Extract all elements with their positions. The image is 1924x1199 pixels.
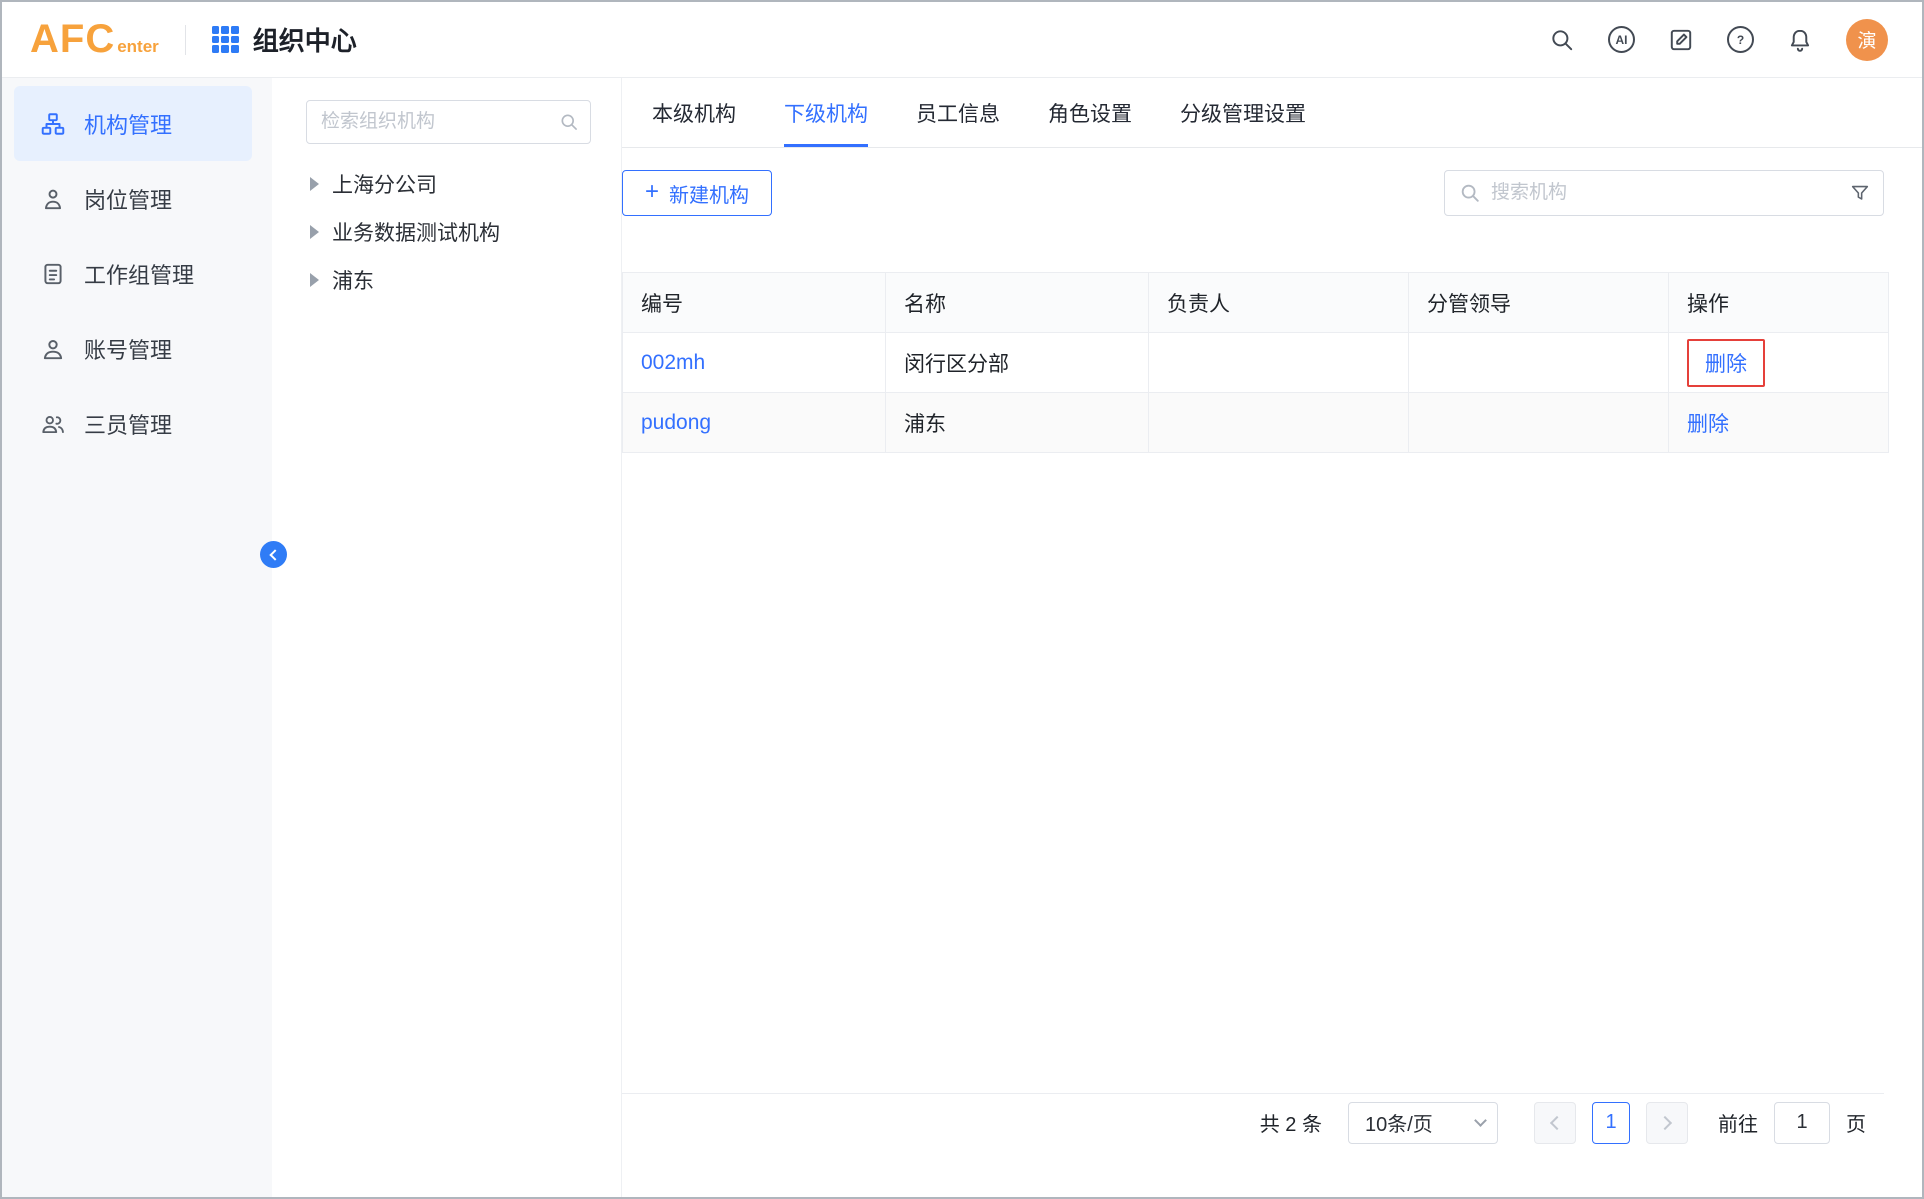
org-leader-cell	[1409, 333, 1669, 393]
sidebar: 机构管理 岗位管理 工作组管理 账号管理	[2, 78, 272, 1197]
org-chart-icon	[40, 111, 66, 137]
header-actions: AI ? 演	[1548, 19, 1888, 61]
org-name-cell: 闵行区分部	[886, 333, 1149, 393]
org-code-link[interactable]: 002mh	[641, 351, 705, 374]
search-icon	[559, 112, 579, 132]
chevron-left-icon	[1550, 1115, 1564, 1129]
collapse-panel-button[interactable]	[260, 541, 287, 568]
plus-icon: +	[645, 180, 659, 204]
chevron-right-icon[interactable]	[310, 177, 319, 191]
page-unit-label: 页	[1846, 1108, 1866, 1137]
column-header-leader: 分管领导	[1409, 273, 1669, 333]
main-content: 本级机构 下级机构 员工信息 角色设置 分级管理设置 + 新建机构	[621, 78, 1922, 1197]
pagination-bar: 共 2 条 10条/页 1 前往 页	[622, 1093, 1884, 1151]
tree-search	[306, 100, 591, 144]
chevron-right-icon	[1658, 1115, 1672, 1129]
tree-item-label[interactable]: 浦东	[332, 265, 374, 295]
column-header-code: 编号	[623, 273, 886, 333]
tree-item[interactable]: 浦东	[272, 256, 621, 304]
logo-text-main: AFC	[30, 17, 115, 62]
sidebar-item-workgroup-management[interactable]: 工作组管理	[14, 236, 252, 311]
new-org-button[interactable]: + 新建机构	[622, 170, 772, 216]
table-row: pudong 浦东 删除	[623, 393, 1889, 453]
body: 机构管理 岗位管理 工作组管理 账号管理	[2, 78, 1922, 1197]
org-leader-cell	[1409, 393, 1669, 453]
org-code-link[interactable]: pudong	[641, 411, 711, 434]
org-owner-cell	[1149, 393, 1409, 453]
help-icon[interactable]: ?	[1727, 26, 1754, 53]
sidebar-item-position-management[interactable]: 岗位管理	[14, 161, 252, 236]
bell-icon[interactable]	[1786, 26, 1814, 54]
tab-employee-info[interactable]: 员工信息	[916, 78, 1000, 147]
delete-link[interactable]: 删除	[1687, 413, 1729, 436]
chevron-right-icon[interactable]	[310, 225, 319, 239]
sidebar-item-three-admins[interactable]: 三员管理	[14, 386, 252, 461]
app-window: AFC enter 组织中心 AI ? 演	[0, 0, 1924, 1199]
person-icon	[40, 336, 66, 362]
goto-label: 前往	[1718, 1108, 1758, 1137]
org-name-cell: 浦东	[886, 393, 1149, 453]
column-header-name: 名称	[886, 273, 1149, 333]
tab-role-settings[interactable]: 角色设置	[1048, 78, 1132, 147]
org-search-box	[1444, 170, 1884, 216]
tree-item-label[interactable]: 上海分公司	[332, 169, 437, 199]
page-size-value: 10条/页	[1365, 1108, 1433, 1137]
logo: AFC enter	[30, 17, 159, 62]
current-page-button[interactable]: 1	[1592, 1102, 1630, 1144]
table-row: 002mh 闵行区分部 删除	[623, 333, 1889, 393]
search-icon[interactable]	[1548, 26, 1576, 54]
org-owner-cell	[1149, 333, 1409, 393]
prev-page-button[interactable]	[1534, 1102, 1576, 1144]
org-search-input[interactable]	[1491, 182, 1837, 204]
sidebar-item-org-management[interactable]: 机构管理	[14, 86, 252, 161]
chevron-down-icon	[1474, 1114, 1487, 1127]
column-header-actions: 操作	[1669, 273, 1889, 333]
search-icon	[1459, 182, 1481, 204]
content-spacer	[622, 453, 1884, 1093]
org-table: 编号 名称 负责人 分管领导 操作 002mh 闵行区分部	[622, 272, 1889, 453]
sidebar-item-label: 账号管理	[84, 333, 172, 365]
delete-link[interactable]: 删除	[1705, 353, 1747, 376]
clipboard-icon	[40, 261, 66, 287]
chevron-left-icon	[269, 549, 280, 560]
tab-sub-org[interactable]: 下级机构	[784, 78, 868, 147]
header-divider	[185, 25, 186, 55]
next-page-button[interactable]	[1646, 1102, 1688, 1144]
app-grid-icon	[212, 26, 239, 53]
tab-panel-sub-org: + 新建机构	[622, 148, 1922, 1197]
column-header-owner: 负责人	[1149, 273, 1409, 333]
compose-icon[interactable]	[1667, 26, 1695, 54]
tab-bar: 本级机构 下级机构 员工信息 角色设置 分级管理设置	[622, 78, 1922, 148]
sidebar-item-label: 工作组管理	[84, 258, 194, 290]
annotation-highlight-box: 删除	[1687, 339, 1765, 387]
tree-item[interactable]: 上海分公司	[272, 160, 621, 208]
ai-assistant-icon[interactable]: AI	[1608, 26, 1635, 53]
logo-text-suffix: enter	[117, 37, 159, 57]
tree-item[interactable]: 业务数据测试机构	[272, 208, 621, 256]
tree-item-label[interactable]: 业务数据测试机构	[332, 217, 500, 247]
goto-page-input[interactable]	[1774, 1102, 1830, 1144]
sidebar-item-account-management[interactable]: 账号管理	[14, 311, 252, 386]
tab-current-org[interactable]: 本级机构	[652, 78, 736, 147]
sidebar-item-label: 岗位管理	[84, 183, 172, 215]
table-header-row: 编号 名称 负责人 分管领导 操作	[623, 273, 1889, 333]
top-header: AFC enter 组织中心 AI ? 演	[2, 2, 1922, 78]
sidebar-item-label: 机构管理	[84, 108, 172, 140]
total-count: 共 2 条	[1260, 1108, 1322, 1137]
chevron-right-icon[interactable]	[310, 273, 319, 287]
badge-person-icon	[40, 186, 66, 212]
tree-search-input[interactable]	[306, 100, 591, 144]
people-icon	[40, 411, 66, 437]
avatar[interactable]: 演	[1846, 19, 1888, 61]
app-title: 组织中心	[253, 21, 357, 58]
org-tree-panel: 上海分公司 业务数据测试机构 浦东	[272, 78, 621, 1197]
new-org-button-label: 新建机构	[669, 179, 749, 208]
tab-hierarchy-settings[interactable]: 分级管理设置	[1180, 78, 1306, 147]
filter-icon[interactable]	[1849, 182, 1871, 204]
sidebar-item-label: 三员管理	[84, 408, 172, 440]
page-size-select[interactable]: 10条/页	[1348, 1102, 1498, 1144]
toolbar: + 新建机构	[622, 170, 1884, 216]
